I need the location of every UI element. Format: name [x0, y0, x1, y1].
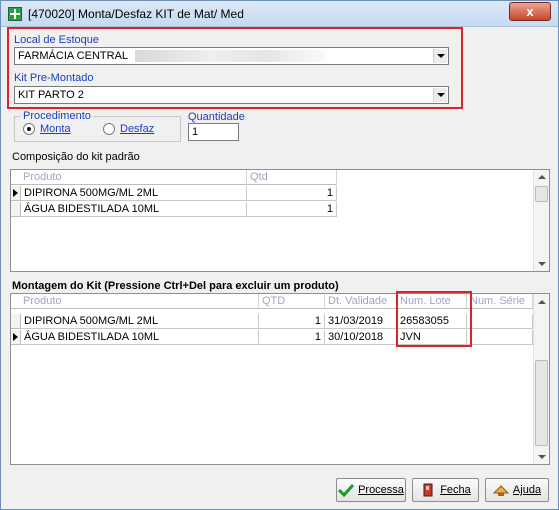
- quantidade-input[interactable]: 1: [188, 123, 239, 141]
- radio-monta-label[interactable]: Monta: [40, 123, 71, 135]
- table-row-qtd[interactable]: 1: [259, 330, 325, 345]
- ajuda-button[interactable]: Ajuda: [485, 478, 549, 502]
- col-header-validade[interactable]: Dt. Validade: [325, 294, 397, 309]
- scroll-thumb[interactable]: [535, 186, 548, 202]
- col-header-qtd[interactable]: QTD: [259, 294, 325, 309]
- radio-desfaz-label[interactable]: Desfaz: [120, 123, 154, 135]
- row-indicator-current: [11, 186, 21, 201]
- local-estoque-label: Local de Estoque: [14, 34, 100, 46]
- radio-monta[interactable]: [23, 123, 35, 135]
- row-indicator: [11, 202, 21, 217]
- processa-button[interactable]: Processa: [336, 478, 406, 502]
- help-icon: [492, 483, 510, 497]
- ajuda-label: Ajuda: [512, 484, 542, 496]
- quantidade-label: Quantidade: [188, 111, 245, 123]
- col-header-qtd[interactable]: Qtd: [247, 170, 337, 185]
- table-row-produto[interactable]: DIPIRONA 500MG/ML 2ML: [21, 314, 259, 329]
- window-title: [470020] Monta/Desfaz KIT de Mat/ Med: [28, 7, 244, 21]
- processa-label: Processa: [358, 484, 404, 496]
- scroll-down-icon[interactable]: [538, 455, 546, 459]
- chevron-down-icon[interactable]: [433, 88, 447, 102]
- local-estoque-select[interactable]: FARMÁCIA CENTRAL: [14, 47, 449, 65]
- table-row-qtd[interactable]: 1: [247, 186, 337, 201]
- scroll-up-icon[interactable]: [538, 175, 546, 179]
- table-row-validade[interactable]: 30/10/2018: [325, 330, 397, 345]
- highlight-frame-lote: [396, 291, 472, 347]
- checkmark-icon: [338, 483, 355, 498]
- composicao-scrollbar[interactable]: [533, 170, 549, 271]
- table-row-serie[interactable]: [467, 330, 533, 345]
- scroll-thumb[interactable]: [535, 360, 548, 446]
- col-header-serie[interactable]: Num. Série: [467, 294, 533, 309]
- kit-value: KIT PARTO 2: [18, 89, 84, 101]
- composicao-title: Composição do kit padrão: [12, 151, 140, 163]
- local-estoque-value: FARMÁCIA CENTRAL: [18, 50, 129, 62]
- close-button[interactable]: x: [509, 2, 551, 21]
- row-indicator: [11, 314, 21, 329]
- redacted-area: [135, 50, 325, 62]
- kit-window: [470020] Monta/Desfaz KIT de Mat/ Med x …: [0, 0, 559, 510]
- door-exit-icon: [420, 483, 436, 497]
- col-header-produto[interactable]: Produto: [11, 170, 247, 185]
- row-indicator-current: [11, 330, 21, 345]
- table-row-produto[interactable]: ÁGUA BIDESTILADA 10ML: [21, 330, 259, 345]
- col-header-produto[interactable]: Produto: [11, 294, 259, 309]
- procedimento-label: Procedimento: [21, 110, 93, 122]
- table-row-produto[interactable]: ÁGUA BIDESTILADA 10ML: [21, 202, 247, 217]
- scroll-up-icon[interactable]: [538, 300, 546, 304]
- table-row-qtd[interactable]: 1: [247, 202, 337, 217]
- chevron-down-icon[interactable]: [433, 49, 447, 63]
- table-row-serie[interactable]: [467, 314, 533, 329]
- app-icon: [8, 7, 22, 21]
- fecha-button[interactable]: Fecha: [412, 478, 479, 502]
- montagem-title: Montagem do Kit (Pressione Ctrl+Del para…: [12, 280, 339, 292]
- table-row-qtd[interactable]: 1: [259, 314, 325, 329]
- table-row-produto[interactable]: DIPIRONA 500MG/ML 2ML: [21, 186, 247, 201]
- montagem-scrollbar[interactable]: [533, 294, 549, 464]
- title-bar: [470020] Monta/Desfaz KIT de Mat/ Med x: [1, 1, 558, 27]
- table-row-validade[interactable]: 31/03/2019: [325, 314, 397, 329]
- scroll-down-icon[interactable]: [538, 262, 546, 266]
- kit-select[interactable]: KIT PARTO 2: [14, 86, 449, 104]
- composicao-grid[interactable]: Produto Qtd DIPIRONA 500MG/ML 2ML 1 ÁGUA…: [10, 169, 550, 272]
- kit-label: Kit Pre-Montado: [14, 72, 94, 84]
- radio-desfaz[interactable]: [103, 123, 115, 135]
- fecha-label: Fecha: [440, 484, 471, 496]
- quantidade-value: 1: [192, 126, 199, 138]
